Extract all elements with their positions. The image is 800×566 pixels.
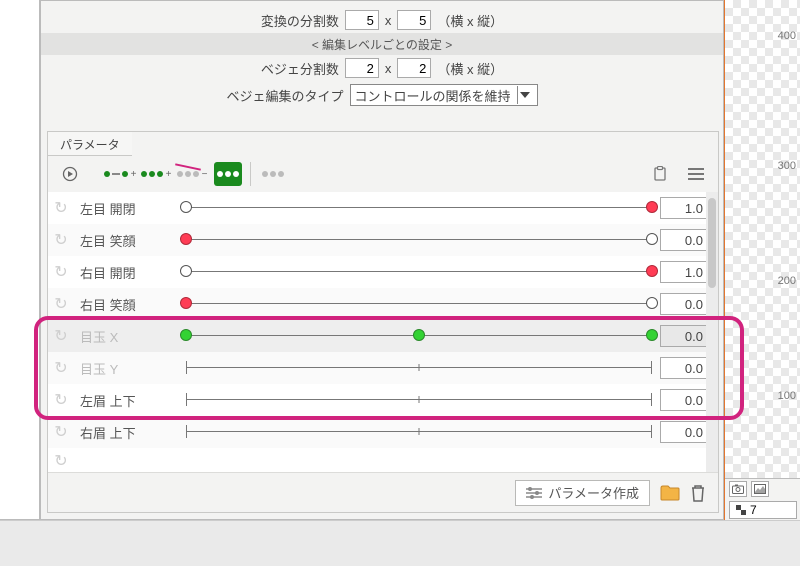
ruler-mark: 400	[778, 30, 796, 42]
parameter-slider[interactable]	[186, 292, 652, 316]
bezier-suffix: （横 x 縦）	[437, 59, 503, 78]
transform-divisions-h[interactable]	[397, 10, 431, 30]
ruler-mark: 300	[778, 160, 796, 172]
transform-divisions-w[interactable]	[345, 10, 379, 30]
parameter-label: 左眉 上下	[70, 391, 178, 410]
parameter-row[interactable]: ↻左目 笑顔	[48, 224, 718, 256]
parameter-value-input[interactable]	[660, 389, 710, 411]
chevron-down-icon	[517, 86, 533, 104]
status-bar	[0, 520, 800, 566]
parameter-slider[interactable]	[186, 260, 652, 284]
parameter-row[interactable]: ↻右目 開閉	[48, 256, 718, 288]
remove-keys-button[interactable]: −	[178, 162, 206, 186]
parameter-label: 目玉 Y	[70, 359, 178, 378]
loop-icon[interactable]: ↻	[52, 295, 70, 313]
parameter-slider[interactable]	[186, 388, 652, 412]
loop-icon[interactable]: ↻	[52, 231, 70, 249]
divisions-suffix: （横 x 縦）	[437, 11, 503, 30]
checker-swatch-icon	[736, 505, 746, 515]
parameter-slider[interactable]	[186, 196, 652, 220]
ruler-mark: 100	[778, 390, 796, 402]
slider-knob[interactable]	[413, 329, 425, 341]
parameter-slider[interactable]	[186, 356, 652, 380]
bezier-edit-type-label: ベジェ編集のタイプ	[226, 86, 343, 105]
parameter-label: 右眉 上下	[70, 423, 178, 442]
loop-icon[interactable]: ↻	[52, 199, 70, 217]
parameter-label: 右目 笑顔	[70, 295, 178, 314]
parameter-value-input[interactable]	[660, 421, 710, 443]
parameter-value-input[interactable]	[660, 229, 710, 251]
slider-knob[interactable]	[646, 233, 658, 245]
parameter-row[interactable]: ↻左眉 上下	[48, 384, 718, 416]
ruler-mark: 200	[778, 275, 796, 287]
key-settings-button[interactable]	[214, 162, 242, 186]
parameter-list: ↻左目 開閉↻左目 笑顔↻右目 開閉↻右目 笑顔↻目玉 X↻目玉 Y↻左眉 上下…	[48, 192, 718, 474]
slider-knob[interactable]	[646, 329, 658, 341]
loop-icon[interactable]: ↻	[52, 359, 70, 377]
slider-knob[interactable]	[646, 201, 658, 213]
edit-level-settings-header: < 編集レベルごとの設定 >	[41, 33, 723, 55]
loop-icon[interactable]: ↻	[52, 452, 70, 470]
slider-knob[interactable]	[180, 329, 192, 341]
parameter-value-input[interactable]	[660, 261, 710, 283]
main-settings-pane: 変換の分割数 x （横 x 縦） < 編集レベルごとの設定 > ベジェ分割数 x…	[40, 0, 724, 520]
parameter-row[interactable]: ↻右目 笑顔	[48, 288, 718, 320]
loop-icon[interactable]: ↻	[52, 327, 70, 345]
loop-icon[interactable]: ↻	[52, 423, 70, 441]
clipboard-button[interactable]	[646, 162, 674, 186]
parameter-value-input[interactable]	[660, 357, 710, 379]
left-outline-panel	[0, 0, 40, 520]
bezier-edit-type-dropdown[interactable]: コントロールの関係を維持	[350, 84, 538, 106]
parameter-slider[interactable]	[186, 420, 652, 444]
sliders-icon	[526, 486, 542, 500]
transform-divisions-label: 変換の分割数	[261, 11, 339, 30]
add-2-keys-button[interactable]: +	[106, 162, 134, 186]
parameter-panel: パラメータ + + −	[47, 131, 719, 513]
slider-knob[interactable]	[180, 233, 192, 245]
parameter-label: 左目 笑顔	[70, 231, 178, 250]
delete-button[interactable]	[690, 484, 706, 502]
parameter-value-input[interactable]	[660, 293, 710, 315]
parameter-label: 右目 開閉	[70, 263, 178, 282]
parameter-scrollbar[interactable]	[706, 192, 718, 474]
parameter-row[interactable]: ↻右眉 上下	[48, 416, 718, 448]
bezier-divisions-w[interactable]	[345, 58, 379, 78]
slider-knob[interactable]	[180, 297, 192, 309]
photo-icon[interactable]	[751, 481, 769, 497]
bezier-divisions-h[interactable]	[397, 58, 431, 78]
slider-knob[interactable]	[646, 297, 658, 309]
slider-knob[interactable]	[646, 265, 658, 277]
parameter-label: 目玉 X	[70, 327, 178, 346]
slider-knob[interactable]	[180, 201, 192, 213]
hamburger-menu-button[interactable]	[682, 162, 710, 186]
add-3-keys-button[interactable]: +	[142, 162, 170, 186]
parameter-value-input[interactable]	[660, 325, 710, 347]
parameter-label: 左目 開閉	[70, 199, 178, 218]
bezier-divisions-label: ベジェ分割数	[261, 59, 339, 78]
blend-settings-button[interactable]	[259, 162, 287, 186]
slider-knob[interactable]	[180, 265, 192, 277]
expand-toggle-button[interactable]	[56, 162, 84, 186]
loop-icon[interactable]: ↻	[52, 391, 70, 409]
parameter-value-input[interactable]	[660, 197, 710, 219]
new-folder-button[interactable]	[660, 485, 680, 501]
parameter-slider[interactable]	[186, 324, 652, 348]
parameter-tab[interactable]: パラメータ	[48, 132, 132, 156]
parameter-slider[interactable]	[186, 228, 652, 252]
canvas-ruler-area: 400 300 200 100 7	[724, 0, 800, 520]
loop-icon[interactable]: ↻	[52, 263, 70, 281]
parameter-row[interactable]: ↻左目 開閉	[48, 192, 718, 224]
create-parameter-button[interactable]: パラメータ作成	[515, 480, 650, 506]
parameter-row[interactable]: ↻	[48, 448, 718, 474]
parameter-row[interactable]: ↻目玉 Y	[48, 352, 718, 384]
parameter-row[interactable]: ↻目玉 X	[48, 320, 718, 352]
camera-icon[interactable]	[729, 481, 747, 497]
zoom-field[interactable]: 7	[729, 501, 797, 519]
canvas-area[interactable]	[725, 0, 800, 478]
